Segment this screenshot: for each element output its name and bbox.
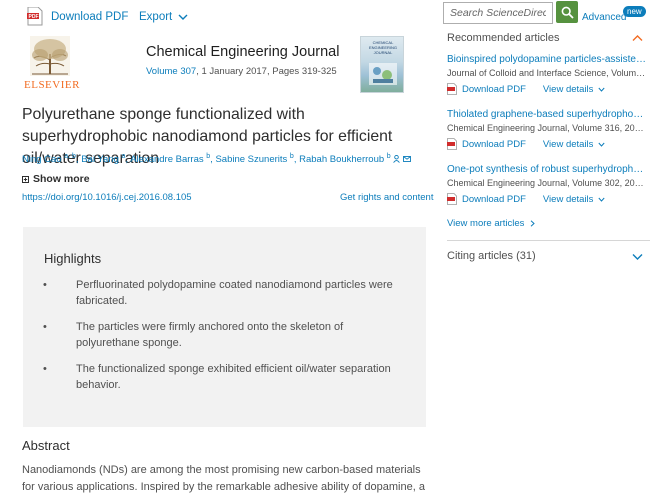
journal-cover[interactable]: CHEMICAL ENGINEERING JOURNAL: [360, 36, 404, 93]
highlights-heading: Highlights: [44, 251, 102, 266]
new-badge: new: [623, 6, 646, 17]
person-icon[interactable]: [393, 155, 401, 164]
export-label: Export: [139, 11, 173, 23]
author-link[interactable]: Rabah Boukherroub b: [299, 153, 391, 165]
highlight-text: Perfluorinated polydopamine coated nanod…: [76, 279, 393, 307]
author-link[interactable]: Bai Yang a: [81, 153, 125, 165]
article-toolbar: PDF Download PDF Export Advanced new: [0, 0, 650, 34]
recommended-actions: Download PDF View details: [447, 193, 647, 205]
author-link[interactable]: Ning Cao a, b: [22, 153, 76, 165]
export-button[interactable]: Export: [139, 11, 188, 23]
recommended-actions: Download PDF View details: [447, 138, 647, 150]
highlight-text: The particles were firmly anchored onto …: [76, 321, 344, 349]
abstract-heading: Abstract: [22, 438, 70, 453]
view-more-articles-link[interactable]: View more articles: [447, 218, 536, 229]
bullet: •: [43, 321, 47, 333]
view-details-button[interactable]: View details: [543, 194, 606, 205]
author-link[interactable]: Sabine Szunerits b: [215, 153, 293, 165]
recommended-download-pdf[interactable]: Download PDF: [447, 83, 526, 95]
recommended-source: Chemical Engineering Journal, Volume 302…: [447, 178, 647, 188]
pdf-icon: PDF: [27, 7, 43, 26]
sidebar-divider: [447, 240, 650, 241]
view-details-label: View details: [542, 193, 594, 205]
elsevier-wordmark: ELSEVIER: [24, 79, 80, 91]
highlights-box: Highlights • Perfluorinated polydopamine…: [23, 227, 426, 427]
chevron-down-icon: [598, 197, 605, 202]
highlight-text: The functionalized sponge exhibited effi…: [76, 363, 391, 391]
recommended-download-pdf[interactable]: Download PDF: [447, 193, 526, 205]
author-list: Ning Cao a, b, Bai Yang a, Alexandre Bar…: [22, 153, 411, 165]
chevron-down-icon: [598, 142, 605, 147]
recommended-heading: Recommended articles: [447, 32, 560, 44]
pdf-icon: [447, 83, 457, 95]
rights-link[interactable]: Get rights and content: [340, 192, 433, 203]
recommended-actions: Download PDF View details: [447, 83, 647, 95]
issue-info: , 1 January 2017, Pages 319-325: [196, 66, 337, 77]
journal-title[interactable]: Chemical Engineering Journal: [146, 44, 339, 60]
recommended-title[interactable]: Thiolated graphene-based superhydrophobi…: [447, 109, 647, 120]
show-more-button[interactable]: Show more: [22, 173, 90, 185]
chevron-down-icon: [598, 87, 605, 92]
pdf-icon: [447, 193, 457, 205]
plus-icon: [22, 175, 29, 183]
search-button[interactable]: [556, 1, 578, 23]
abstract-text: Nanodiamonds (NDs) are among the most pr…: [22, 464, 425, 493]
recommended-download-pdf[interactable]: Download PDF: [447, 138, 526, 150]
download-pdf-label: Download PDF: [462, 138, 526, 150]
cover-artwork: [369, 63, 397, 85]
view-details-label: View details: [542, 83, 594, 95]
journal-meta: Volume 307, 1 January 2017, Pages 319-32…: [146, 66, 337, 77]
view-more-label: View more articles: [447, 218, 525, 229]
search-icon: [561, 6, 574, 19]
recommended-article: Thiolated graphene-based superhydrophobi…: [447, 109, 647, 150]
show-more-label: Show more: [33, 173, 90, 185]
search-input[interactable]: [443, 2, 553, 24]
pdf-icon: [447, 138, 457, 150]
bullet: •: [43, 363, 47, 375]
view-details-button[interactable]: View details: [543, 139, 606, 150]
view-details-button[interactable]: View details: [543, 84, 606, 95]
citing-articles-toggle[interactable]: Citing articles (31): [447, 250, 536, 262]
recommended-source: Journal of Colloid and Interface Science…: [447, 68, 647, 78]
recommended-title[interactable]: One-pot synthesis of robust superhydroph…: [447, 164, 647, 175]
download-pdf-label: Download PDF: [462, 83, 526, 95]
view-details-label: View details: [542, 138, 594, 150]
recommended-source: Chemical Engineering Journal, Volume 316…: [447, 123, 647, 133]
cover-title: CHEMICAL ENGINEERING JOURNAL: [368, 40, 397, 55]
doi-link[interactable]: https://doi.org/10.1016/j.cej.2016.08.10…: [22, 192, 192, 203]
recommended-title[interactable]: Bioinspired polydopamine particles-assis…: [447, 54, 647, 65]
chevron-down-icon: [178, 14, 188, 20]
download-pdf-label: Download PDF: [462, 193, 526, 205]
svg-text:PDF: PDF: [29, 14, 39, 20]
download-pdf-label: Download PDF: [51, 10, 129, 23]
advanced-search-link[interactable]: Advanced: [582, 12, 626, 23]
chevron-up-icon[interactable]: [632, 34, 643, 42]
chevron-right-icon: [531, 220, 536, 227]
bullet: •: [43, 279, 47, 291]
recommended-article: One-pot synthesis of robust superhydroph…: [447, 164, 647, 205]
elsevier-logo[interactable]: ELSEVIER: [24, 36, 80, 92]
chevron-down-icon[interactable]: [632, 253, 643, 261]
download-pdf-button[interactable]: PDF Download PDF: [27, 7, 128, 26]
recommended-article: Bioinspired polydopamine particles-assis…: [447, 54, 647, 95]
email-icon[interactable]: [403, 156, 411, 163]
volume-link[interactable]: Volume 307: [146, 66, 196, 77]
author-link[interactable]: Alexandre Barras b: [130, 153, 210, 165]
